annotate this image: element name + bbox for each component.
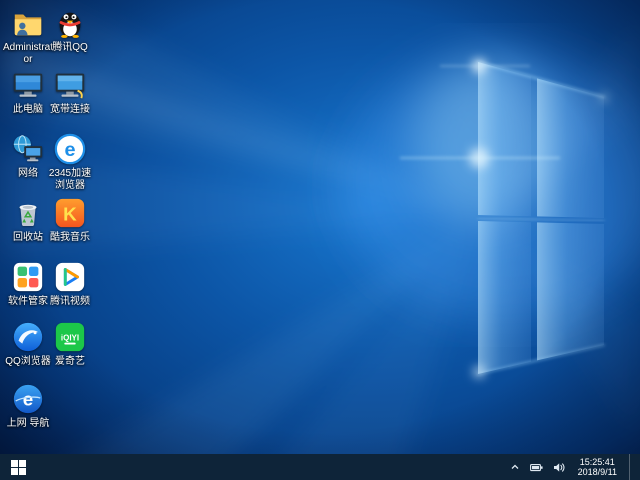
clock-date: 2018/9/11 [578,467,617,478]
desktop-icon-iqiyi[interactable]: iQIYI 爱奇艺 [44,320,96,380]
iqiyi-icon: iQIYI [53,320,87,354]
kuwo-music-icon: K [53,196,87,230]
desktop-icon-tencent-qq[interactable]: 腾讯QQ [44,6,96,66]
icon-label: 宽带连接 [44,104,96,116]
icon-label: 腾讯QQ [44,42,96,54]
tencent-video-icon [53,260,87,294]
start-button[interactable] [0,454,36,480]
desktop-icon-tencent-video[interactable]: 腾讯视频 [44,260,96,320]
show-desktop-button[interactable] [629,454,635,480]
volume-icon[interactable] [552,454,566,480]
browser-2345-icon: e [53,132,87,166]
broadband-icon [53,68,87,102]
tray-expand-chevron-icon[interactable] [508,454,522,480]
windows-logo-icon [11,460,26,475]
desktop-icon-web-navigation[interactable]: e 上网 导航 [2,382,54,442]
icon-label: 2345加速浏览器 [44,168,96,192]
clock-time: 15:25:41 [580,457,615,468]
taskbar-clock[interactable]: 15:25:41 2018/9/11 [574,457,621,478]
network-globe-icon [11,132,45,166]
system-tray: 15:25:41 2018/9/11 [508,454,640,480]
qq-browser-icon [11,320,45,354]
software-manager-icon [11,260,45,294]
svg-text:iQIYI: iQIYI [61,333,79,342]
icon-label: 上网 导航 [2,418,54,430]
svg-text:e: e [23,390,34,411]
qq-penguin-icon [53,6,87,40]
svg-text:e: e [64,139,75,161]
recycle-bin-icon [11,196,45,230]
desktop: Administrator 此电脑 网络 [0,0,640,480]
desktop-icon-2345-browser[interactable]: e 2345加速浏览器 [44,132,96,192]
icon-label: 腾讯视频 [44,296,96,308]
wallpaper-windows-hero [0,0,640,480]
computer-icon [11,68,45,102]
user-folder-icon [11,6,45,40]
icon-label: 爱奇艺 [44,356,96,368]
desktop-icon-broadband-connection[interactable]: 宽带连接 [44,68,96,128]
browser-e-icon: e [11,382,45,416]
battery-icon[interactable] [530,454,544,480]
taskbar: 15:25:41 2018/9/11 [0,454,640,480]
icon-label: 酷我音乐 [44,232,96,244]
svg-text:K: K [63,205,77,226]
desktop-icon-kuwo-music[interactable]: K 酷我音乐 [44,196,96,256]
